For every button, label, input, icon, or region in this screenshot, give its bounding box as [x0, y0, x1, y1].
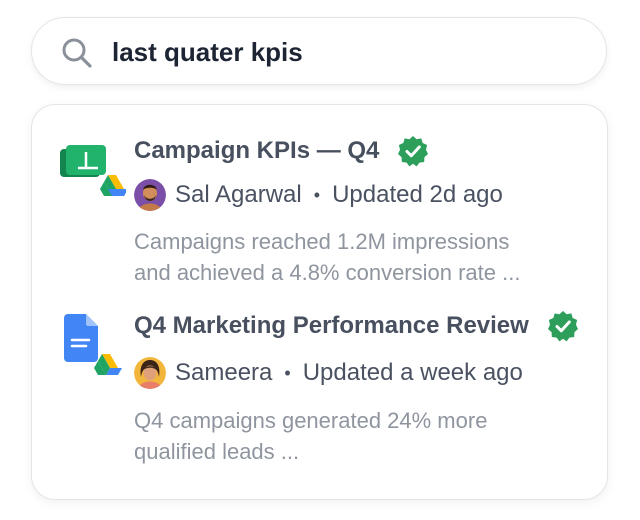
result-updated: Updated 2d ago: [332, 181, 503, 208]
result-snippet-line: Q4 campaigns generated 24% more: [134, 408, 488, 433]
result-meta-row: Sal Agarwal • Updated 2d ago: [134, 179, 503, 211]
avatar: [134, 357, 166, 389]
avatar: [134, 179, 166, 211]
verified-badge-icon: [398, 136, 429, 167]
search-result-q4-marketing-review[interactable]: Q4 Marketing Performance Review Sameera …: [32, 310, 607, 480]
result-author: Sameera: [175, 359, 273, 386]
result-title[interactable]: Q4 Marketing Performance Review: [134, 312, 529, 340]
verified-badge-icon: [547, 311, 578, 342]
result-meta-row: Sameera • Updated a week ago: [134, 357, 523, 389]
meta-separator: •: [313, 184, 321, 205]
result-snippet-line: and achieved a 4.8% conversion rate ...: [134, 260, 521, 285]
google-drive-icon: [94, 354, 122, 375]
result-snippet: Q4 campaigns generated 24% more qualifie…: [134, 405, 594, 467]
result-snippet-line: Campaigns reached 1.2M impressions: [134, 229, 510, 254]
result-title-row: Q4 Marketing Performance Review: [134, 310, 579, 342]
result-updated: Updated a week ago: [302, 359, 523, 386]
meta-separator: •: [284, 362, 291, 383]
search-results-panel: Campaign KPIs — Q4 Sal Agarwal • Updated…: [31, 104, 608, 500]
google-docs-icon: [64, 314, 122, 375]
search-bar[interactable]: [31, 17, 607, 85]
google-sheets-icon: [60, 145, 126, 196]
search-result-campaign-kpis[interactable]: Campaign KPIs — Q4 Sal Agarwal • Updated…: [32, 135, 607, 295]
result-title-row: Campaign KPIs — Q4: [134, 135, 429, 167]
result-snippet: Campaigns reached 1.2M impressions and a…: [134, 226, 594, 288]
result-author: Sal Agarwal: [175, 181, 302, 208]
search-icon: [62, 38, 92, 68]
result-snippet-line: qualified leads ...: [134, 439, 300, 464]
google-drive-icon: [100, 175, 126, 196]
result-title[interactable]: Campaign KPIs — Q4: [134, 137, 379, 165]
search-input[interactable]: [112, 30, 582, 74]
